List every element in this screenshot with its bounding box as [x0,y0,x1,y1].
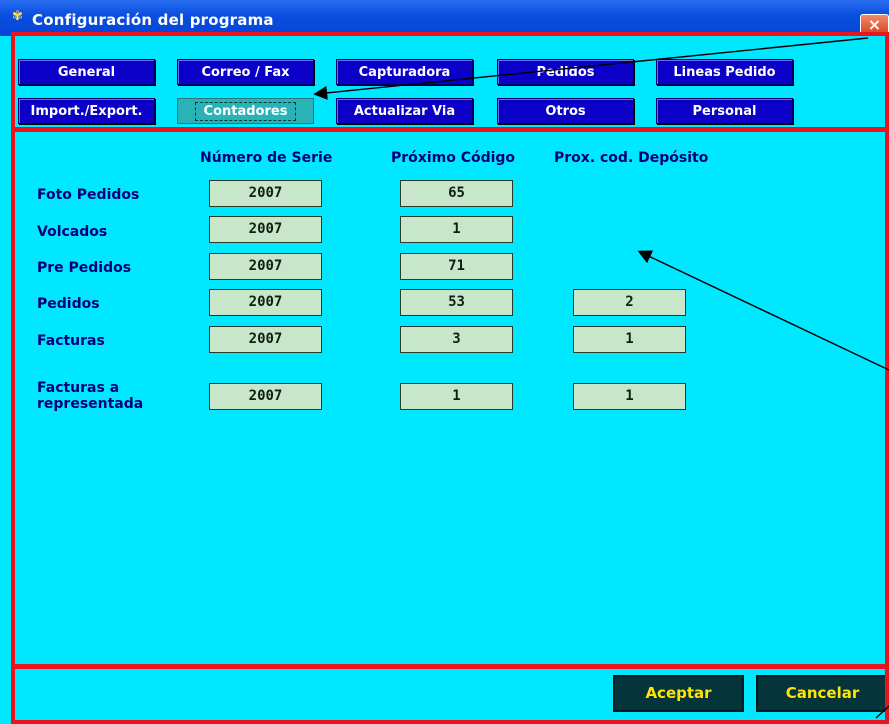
deposito-field-pedidos[interactable]: 2 [573,289,686,316]
title-bar[interactable]: ✾ Configuración del programa × [0,0,889,36]
tab-otros[interactable]: Otros [497,98,634,124]
tab-label: Actualizar Via [353,104,456,119]
codigo-field-pedidos[interactable]: 53 [400,289,513,316]
accept-button[interactable]: Aceptar [613,675,744,712]
tab-label: Correo / Fax [201,65,290,80]
row-label-foto-pedidos: Foto Pedidos [37,187,140,203]
serie-field-pedidos[interactable]: 2007 [209,289,322,316]
row-label-facturas: Facturas [37,333,105,349]
tab-label: Import./Export. [30,104,143,119]
codigo-field-facturas-representada[interactable]: 1 [400,383,513,410]
header-proximo-codigo: Próximo Código [391,150,516,166]
close-button[interactable]: × [860,14,889,36]
codigo-field-pre-pedidos[interactable]: 71 [400,253,513,280]
config-window: ✾ Configuración del programa × General C… [0,0,889,724]
row-label-pedidos: Pedidos [37,296,100,312]
tab-capturadora[interactable]: Capturadora [336,59,473,85]
row-label-pre-pedidos: Pre Pedidos [37,260,132,276]
deposito-field-facturas-representada[interactable]: 1 [573,383,686,410]
header-prox-cod-deposito: Prox. cod. Depósito [554,150,709,166]
codigo-field-volcados[interactable]: 1 [400,216,513,243]
codigo-field-foto-pedidos[interactable]: 65 [400,180,513,207]
tab-label: Personal [692,104,757,119]
close-icon: × [867,15,882,34]
tab-actualizar-via[interactable]: Actualizar Via [336,98,473,124]
cancel-button[interactable]: Cancelar [756,675,889,712]
tab-label: Pedidos [536,65,595,80]
tab-label: Capturadora [358,65,451,80]
tab-label: Lineas Pedido [673,65,776,80]
tab-lineas-pedido[interactable]: Lineas Pedido [656,59,793,85]
window-title: Configuración del programa [32,11,274,29]
serie-field-facturas[interactable]: 2007 [209,326,322,353]
serie-field-volcados[interactable]: 2007 [209,216,322,243]
row-label-facturas-representada: Facturas a representada [37,380,144,412]
deposito-field-facturas[interactable]: 1 [573,326,686,353]
serie-field-facturas-representada[interactable]: 2007 [209,383,322,410]
row-label-volcados: Volcados [37,224,108,240]
tab-general[interactable]: General [18,59,155,85]
tab-import-export[interactable]: Import./Export. [18,98,155,124]
header-numero-serie: Número de Serie [200,150,333,166]
serie-field-foto-pedidos[interactable]: 2007 [209,180,322,207]
codigo-field-facturas[interactable]: 3 [400,326,513,353]
tab-correo-fax[interactable]: Correo / Fax [177,59,314,85]
app-icon: ✾ [12,9,23,24]
tab-label: Otros [545,104,586,119]
tab-personal[interactable]: Personal [656,98,793,124]
tab-label: General [57,65,116,80]
tab-pedidos[interactable]: Pedidos [497,59,634,85]
serie-field-pre-pedidos[interactable]: 2007 [209,253,322,280]
tab-label: Contadores [194,102,297,121]
tab-contadores[interactable]: Contadores [177,98,314,124]
